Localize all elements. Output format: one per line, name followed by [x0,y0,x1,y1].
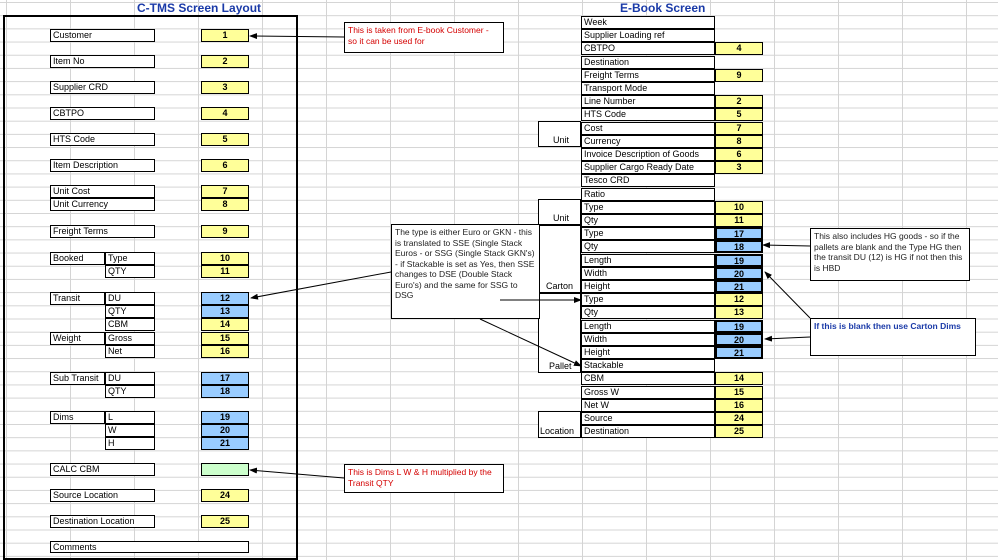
arrow-type-to-stackable [479,318,582,367]
arrow-calc-cbm [249,467,345,479]
arrow-type-to-transit [250,271,392,300]
arrow-carton-dims-2 [764,335,811,342]
arrow-carton-dims-1 [764,271,811,319]
arrow-customer [249,33,345,40]
connector-arrows [249,33,811,479]
arrow-hg [762,242,811,249]
